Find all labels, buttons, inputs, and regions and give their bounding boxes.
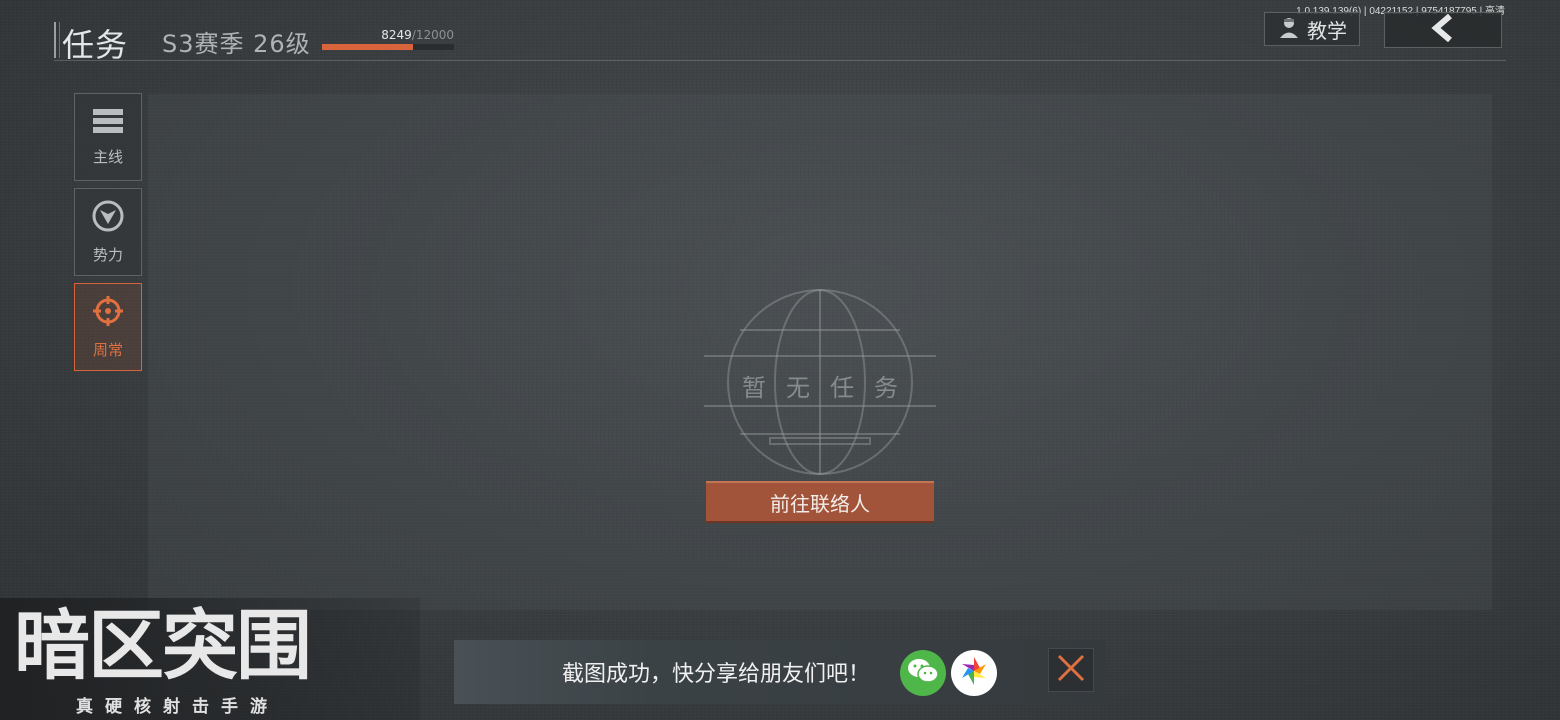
- wechat-share-button[interactable]: [900, 650, 946, 696]
- share-toast-message: 截图成功，快分享给朋友们吧！: [562, 662, 871, 687]
- instructor-icon: [1277, 15, 1301, 43]
- moments-icon: [957, 654, 991, 692]
- xp-current: 8249: [381, 28, 412, 42]
- goto-contact-button[interactable]: 前往联络人: [706, 481, 934, 523]
- xp-progress-fill: [322, 44, 413, 50]
- logo-subtitle: 真硬核射击手游: [76, 697, 279, 717]
- tab-weekly[interactable]: 周常: [74, 283, 142, 371]
- close-icon: [1056, 653, 1086, 687]
- season-level-label: S3赛季 26级: [162, 30, 311, 58]
- xp-readout: 8249/12000: [322, 28, 454, 42]
- chevron-left-icon: [1428, 13, 1458, 46]
- tab-faction[interactable]: 势力: [74, 188, 142, 276]
- title-decoration: [54, 22, 60, 58]
- tab-main-story-label: 主线: [92, 147, 123, 166]
- faction-emblem-icon: [92, 200, 124, 236]
- empty-state: 暂无任务: [700, 284, 940, 480]
- logo-title: 暗区突围: [14, 601, 312, 690]
- wechat-icon: [907, 657, 939, 689]
- toast-close-button[interactable]: [1048, 648, 1094, 692]
- share-toast: 截图成功，快分享给朋友们吧！: [454, 640, 1106, 704]
- xp-max: /12000: [411, 28, 454, 42]
- empty-state-text: 暂无任务: [742, 374, 918, 402]
- game-logo: 暗区突围 真硬核射击手游: [0, 598, 420, 720]
- header-divider: [54, 60, 1506, 61]
- crosshair-icon: [92, 295, 124, 331]
- tab-weekly-label: 周常: [92, 340, 123, 359]
- list-icon: [92, 108, 124, 138]
- tutorial-button[interactable]: 教学: [1264, 12, 1360, 46]
- moments-share-button[interactable]: [951, 650, 997, 696]
- tab-faction-label: 势力: [92, 245, 123, 264]
- tab-main-story[interactable]: 主线: [74, 93, 142, 181]
- xp-progress-bar: [322, 44, 454, 50]
- tutorial-label: 教学: [1307, 18, 1347, 43]
- back-button[interactable]: [1384, 12, 1502, 48]
